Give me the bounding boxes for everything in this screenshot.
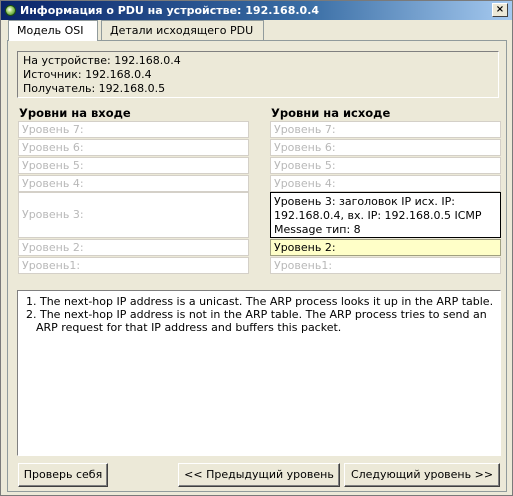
out-layer-7[interactable]: Уровень 7: <box>270 121 501 138</box>
close-button[interactable]: × <box>492 3 508 17</box>
in-layer-6[interactable]: Уровень 6: <box>18 139 249 156</box>
source-label: Источник: 192.168.0.4 <box>23 68 152 81</box>
window-title: Информация о PDU на устройстве: 192.168.… <box>20 4 320 17</box>
out-layers-heading: Уровни на исходе <box>271 106 391 120</box>
out-layer-1[interactable]: Уровень1: <box>270 257 501 274</box>
title-bar: Информация о PDU на устройстве: 192.168.… <box>1 1 512 20</box>
description-item-2: 2. The next-hop IP address is not in the… <box>26 308 487 334</box>
in-layer-3[interactable]: Уровень 3: <box>18 192 249 238</box>
device-label: На устройстве: 192.168.0.4 <box>23 54 181 67</box>
out-layer-5[interactable]: Уровень 5: <box>270 157 501 174</box>
tab-outbound-pdu-details[interactable]: Детали исходящего PDU <box>101 20 264 40</box>
previous-layer-button[interactable]: << Предыдущий уровень <box>178 463 340 487</box>
out-layer-4[interactable]: Уровень 4: <box>270 175 501 192</box>
pdu-info-window: Информация о PDU на устройстве: 192.168.… <box>0 0 513 496</box>
out-layer-2[interactable]: Уровень 2: <box>270 239 501 256</box>
out-layer-6[interactable]: Уровень 6: <box>270 139 501 156</box>
next-layer-button[interactable]: Следующий уровень >> <box>344 463 500 487</box>
out-layer-3[interactable]: Уровень 3: заголовок IP исх. IP: 192.168… <box>270 192 501 238</box>
description-item-1: 1. The next-hop IP address is a unicast.… <box>26 295 494 308</box>
device-info-box: На устройстве: 192.168.0.4 Источник: 192… <box>17 51 499 98</box>
in-layer-1[interactable]: Уровень1: <box>18 257 249 274</box>
in-layer-4[interactable]: Уровень 4: <box>18 175 249 192</box>
app-icon <box>5 5 16 16</box>
in-layer-5[interactable]: Уровень 5: <box>18 157 249 174</box>
in-layer-7[interactable]: Уровень 7: <box>18 121 249 138</box>
tab-osi-model[interactable]: Модель OSI <box>8 20 98 41</box>
destination-label: Получатель: 192.168.0.5 <box>23 82 166 95</box>
check-yourself-button[interactable]: Проверь себя <box>18 463 108 487</box>
in-layers-heading: Уровни на входе <box>19 106 131 120</box>
layer-description-box: 1. The next-hop IP address is a unicast.… <box>17 290 501 456</box>
in-layer-2[interactable]: Уровень 2: <box>18 239 249 256</box>
